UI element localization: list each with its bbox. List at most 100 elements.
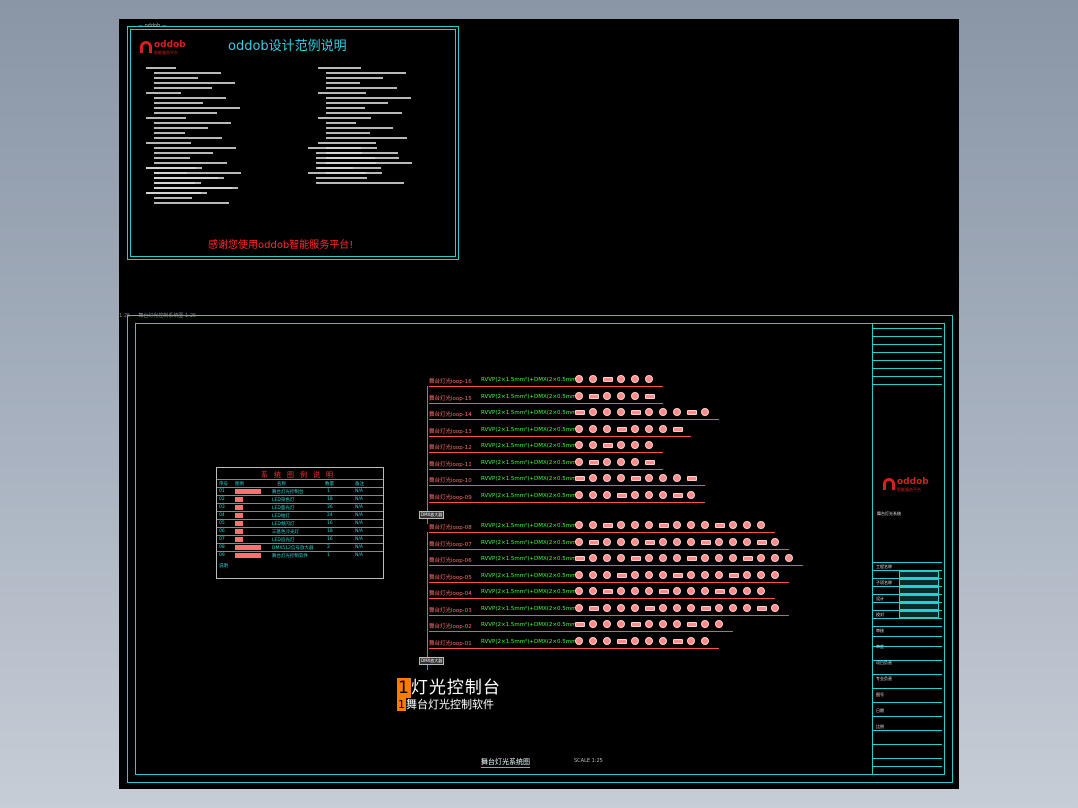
fixture-icon — [659, 554, 667, 562]
drawing-sheet: 系统图例说明 序号 图例 名称 数量 备注 01 舞台灯光控制台 1 N/A 02 LED… — [127, 315, 953, 783]
oddob-logo: oddob 智能服务平台 — [140, 39, 186, 55]
info-text-line — [316, 162, 376, 164]
titleblock-grid-line — [873, 344, 942, 345]
info-text-line — [154, 147, 236, 149]
cable-spec: RVVP(2×1.5mm²)+DMX(2×0.5mm) — [481, 589, 579, 595]
titleblock-grid-line — [873, 360, 942, 361]
fixture-icon — [645, 474, 653, 482]
cad-canvas[interactable]: — oddob — oddob 智能服务平台 oddob设计范例说明 感谢您使用… — [119, 19, 959, 789]
fixture-icon — [701, 539, 711, 545]
fixture-icon — [603, 424, 611, 433]
fixture-icon — [589, 490, 597, 499]
fixture-icon — [701, 408, 709, 416]
fixture-icon — [617, 391, 625, 400]
fixture-icon — [715, 603, 723, 612]
fixture-icon — [631, 391, 639, 400]
legend-cell-qty: 2 — [327, 545, 330, 550]
circuit-label: 舞台灯光loop-09 — [429, 494, 472, 501]
circuit-label: 舞台灯光loop-16 — [429, 379, 472, 385]
info-text-line — [316, 167, 353, 169]
fixture-icon — [687, 622, 697, 627]
fixture-icon — [673, 620, 681, 628]
titleblock-grid-line — [873, 744, 942, 745]
fixture-icon — [603, 554, 611, 562]
fixture-icon — [729, 603, 737, 612]
titleblock-grid-line — [873, 328, 942, 329]
fixture-icon — [771, 570, 779, 579]
info-text-line — [146, 92, 181, 94]
circuit-wire — [429, 532, 775, 533]
info-text-line — [154, 172, 187, 174]
cable-spec: RVVP(2×1.5mm²)+DMX(2×0.5mm) — [481, 410, 579, 416]
info-text-line — [326, 112, 402, 114]
software-marker: 1 — [397, 698, 406, 711]
legend-row: 02 LED染色灯 18 N/A — [217, 495, 383, 503]
circuit-wire — [429, 598, 775, 599]
fixture-icon — [603, 474, 611, 482]
info-text-line — [318, 142, 376, 144]
legend-cell-qty: 24 — [327, 513, 333, 518]
cable-spec: RVVP(2×1.5mm²)+DMX(2×0.5mm) — [481, 622, 579, 628]
titleblock-grid-line — [873, 352, 942, 353]
fixture-icon — [603, 377, 613, 382]
titleblock-grid-line — [873, 626, 942, 627]
legend-row: 06 三基色冷光灯 18 N/A — [217, 527, 383, 535]
legend-row: 05 LED频闪灯 16 N/A — [217, 519, 383, 527]
fixture-icon — [659, 537, 667, 546]
titleblock-cell — [899, 595, 939, 602]
fixture-icon — [631, 603, 639, 612]
legend-cell-no: 09 — [219, 553, 225, 558]
legend-row: 08 DMX512信号放大器 2 N/A — [217, 543, 383, 551]
fixture-icon — [645, 570, 653, 579]
fixture-icon — [575, 391, 583, 400]
fixture-icon — [617, 638, 627, 644]
info-text-line — [154, 112, 217, 114]
circuit-row: 舞台灯光loop-01 RVVP(2×1.5mm²)+DMX(2×0.5mm) — [429, 636, 729, 649]
fixture-icon — [659, 636, 667, 645]
titleblock-cell — [899, 587, 939, 594]
info-text-line — [316, 152, 362, 154]
cable-spec: RVVP(2×1.5mm²)+DMX(2×0.5mm) — [481, 605, 579, 612]
legend-row: 07 LED追光灯 16 N/A — [217, 535, 383, 543]
lighting-console-label: 1灯光控制台 — [397, 673, 501, 698]
legend-cell-no: 05 — [219, 521, 225, 526]
info-text-line — [154, 202, 229, 204]
titleblock-grid-line — [873, 376, 942, 377]
legend-header-row: 序号 图例 名称 数量 备注 — [217, 479, 383, 487]
fixture-icon — [743, 521, 751, 529]
info-text-line — [318, 67, 361, 69]
console-marker: 1 — [397, 678, 411, 698]
fixture-icon — [771, 554, 779, 562]
legend-cell-qty: 1 — [327, 553, 330, 558]
info-text-line — [154, 137, 222, 139]
fixture-icon — [603, 523, 613, 528]
circuit-row: 舞台灯光loop-13 RVVP(2×1.5mm²)+DMX(2×0.5mm) — [429, 424, 701, 437]
titleblock-label: 项目负责 — [876, 660, 892, 665]
info-text-line — [316, 177, 367, 179]
info-text-line — [154, 122, 231, 124]
fixture-icon — [603, 603, 611, 612]
fixture-icon — [617, 375, 625, 383]
legend-symbol-icon — [235, 529, 243, 534]
fixture-icon — [757, 570, 765, 579]
info-text-line — [316, 182, 404, 184]
legend-row: 04 LED帕灯 24 N/A — [217, 511, 383, 519]
fixture-icon — [589, 424, 597, 433]
fixture-icon — [645, 375, 653, 383]
legend-symbol-icon — [235, 489, 261, 494]
titleblock-grid-line — [873, 730, 942, 731]
legend-cell-note: N/A — [355, 497, 363, 502]
fixture-icon — [617, 521, 625, 529]
circuit-label: 舞台灯光loop-13 — [429, 428, 472, 435]
circuit-label: 舞台灯光loop-07 — [429, 541, 472, 548]
legend-row: 03 LED面光灯 36 N/A — [217, 503, 383, 511]
fixture-icon — [659, 490, 667, 499]
circuit-label: 舞台灯光loop-15 — [429, 395, 472, 402]
fixture-icon — [659, 424, 667, 433]
fixture-icon — [645, 539, 655, 545]
info-text-line — [318, 92, 366, 94]
legend-symbol-icon — [235, 521, 243, 526]
fixture-icon — [603, 570, 611, 579]
info-text-line — [326, 77, 383, 79]
fixture-icon — [575, 476, 585, 481]
